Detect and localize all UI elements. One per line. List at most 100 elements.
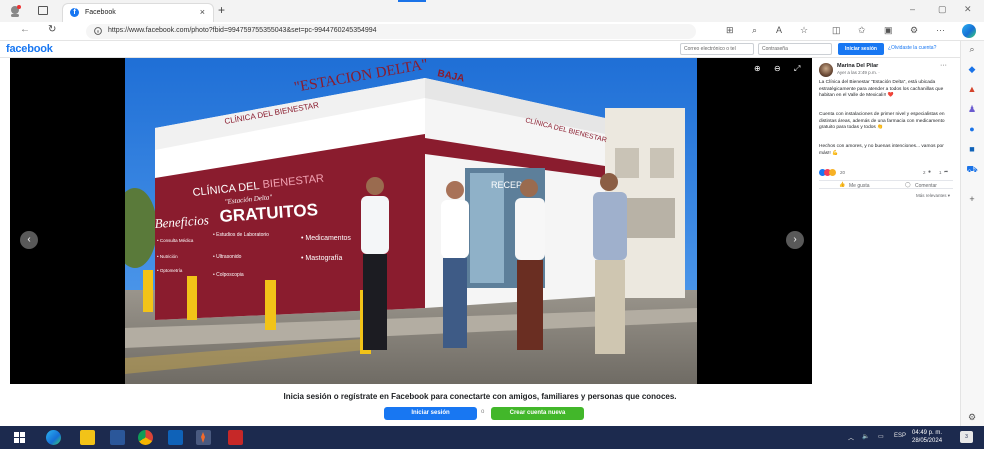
close-window-button[interactable]: ✕ — [964, 4, 972, 15]
next-photo-button[interactable]: › — [786, 231, 804, 249]
windows-taskbar: ︿ 🔈 ▭ ESP 04:49 p. m. 28/05/2024 3 — [0, 426, 984, 449]
like-icon: 👍 — [839, 182, 846, 188]
new-tab-button[interactable]: + — [218, 3, 225, 17]
search-icon[interactable]: ⌕ — [966, 43, 978, 55]
post-panel: Marina Del Pilar Ayer a las 2:49 p.m. · … — [812, 58, 960, 384]
sign-service-2: • Estudios de Laboratorio — [213, 232, 269, 238]
tab-close-button[interactable]: × — [200, 7, 205, 17]
outlook-icon[interactable]: ■ — [966, 143, 978, 155]
photo-image[interactable]: "ESTACION DELTA" CLÍNICA DEL BIENESTAR C… — [125, 58, 697, 384]
login-banner: Inicia sesión o regístrate en Facebook p… — [0, 384, 960, 426]
comment-icon: ◯ — [905, 182, 911, 188]
tab-actions-icon[interactable] — [38, 6, 48, 15]
outlook-taskbar-icon[interactable] — [168, 430, 183, 445]
banner-or-label: o — [481, 409, 485, 415]
sign-reception: RECEP — [491, 180, 522, 190]
copilot-icon[interactable] — [962, 24, 976, 38]
person-1 — [361, 177, 389, 350]
sign-service-8: • Colposcopia — [213, 272, 244, 278]
reaction-count[interactable]: 20 — [840, 170, 845, 175]
banner-login-button[interactable]: Iniciar sesión — [384, 407, 477, 420]
zoom-out-icon[interactable]: ⊖ — [774, 64, 781, 73]
window-accent-bar — [398, 0, 426, 2]
collections-icon[interactable]: ▣ — [884, 25, 893, 36]
facebook-favicon-icon: f — [70, 8, 79, 17]
fullscreen-icon[interactable]: ⤢ — [794, 64, 800, 74]
app-available-icon[interactable]: ⊞ — [726, 25, 734, 36]
person-2 — [441, 181, 469, 348]
edge-sidebar: ⌕ ◆ ▲ ♟ ● ■ ⛟ + ⚙ — [960, 41, 984, 426]
post-paragraph-3: Hechos con amores, y no buenas intencion… — [819, 144, 944, 156]
restore-button[interactable]: ▢ — [938, 4, 947, 15]
network-icon[interactable]: ▭ — [878, 433, 884, 440]
relevance-filter[interactable]: Más relevantes ▾ — [916, 193, 950, 199]
clock-date: 28/05/2024 — [912, 438, 943, 444]
shopping-icon[interactable]: ▲ — [966, 83, 978, 95]
tray-chevron-icon[interactable]: ︿ — [848, 433, 854, 442]
pdf-icon[interactable] — [228, 430, 243, 445]
extensions-icon[interactable]: ⚙ — [910, 25, 918, 36]
tab-facebook[interactable]: f Facebook × — [62, 3, 214, 22]
author-name[interactable]: Marina Del Pilar — [837, 63, 878, 69]
word-icon[interactable] — [110, 430, 125, 445]
file-explorer-icon[interactable] — [80, 430, 95, 445]
person-3 — [515, 179, 545, 350]
facebook-logo[interactable]: facebook — [6, 43, 53, 55]
volume-icon[interactable]: 🔈 — [862, 433, 869, 440]
games-icon[interactable]: ● — [966, 123, 978, 135]
profile-icon[interactable] — [8, 4, 22, 18]
share-count[interactable]: 1 — [939, 170, 942, 175]
comment-count[interactable]: 2 — [923, 170, 926, 175]
header-login-button[interactable]: Iniciar sesión — [838, 43, 884, 55]
read-aloud-icon[interactable]: A — [776, 25, 782, 35]
previous-photo-button[interactable]: ‹ — [20, 231, 38, 249]
add-sidebar-icon[interactable]: + — [966, 193, 978, 205]
url-text: https://www.facebook.com/photo?fbid=9947… — [108, 27, 377, 34]
tag-icon[interactable]: ◆ — [966, 63, 978, 75]
care-reaction-icon — [829, 169, 836, 176]
language-indicator[interactable]: ESP — [894, 433, 906, 439]
post-paragraph-2: Cuenta con instalaciones de primer nivel… — [819, 112, 945, 130]
settings-gear-icon[interactable]: ⚙ — [966, 411, 978, 423]
zoom-icon[interactable]: ⌕ — [752, 25, 757, 36]
browser-tab-strip: f Facebook × + – ▢ ✕ — [0, 0, 984, 22]
share-arrow-icon: ➦ — [944, 169, 949, 175]
sign-service-5: • Ultrasonido — [213, 254, 242, 260]
split-screen-icon[interactable]: ◫ — [832, 25, 841, 36]
password-field[interactable]: Contraseña — [758, 43, 832, 55]
post-time[interactable]: Ayer a las 2:49 p.m. · — [837, 70, 880, 75]
edge-taskbar-icon[interactable] — [46, 430, 61, 445]
start-windows-icon[interactable] — [12, 430, 27, 445]
like-button[interactable]: Me gusta — [849, 183, 870, 189]
create-account-button[interactable]: Crear cuenta nueva — [491, 407, 584, 420]
people-icon[interactable]: ♟ — [966, 103, 978, 115]
more-menu-icon[interactable]: ··· — [936, 25, 945, 35]
url-field[interactable]: https://www.facebook.com/photo?fbid=9947… — [86, 24, 696, 39]
forgot-account-link[interactable]: ¿Olvidaste la cuenta? — [888, 45, 936, 51]
sign-service-6: • Mastografía — [301, 255, 342, 262]
author-avatar[interactable] — [819, 63, 833, 77]
notification-icon[interactable]: 3 — [960, 431, 973, 443]
app-taskbar-icon[interactable] — [196, 430, 211, 445]
sign-service-3: • Medicamentos — [301, 235, 351, 242]
zoom-in-icon[interactable]: ⊕ — [754, 64, 761, 73]
person-4 — [593, 173, 627, 354]
notification-count: 3 — [965, 434, 968, 440]
favorite-star-icon[interactable]: ☆ — [800, 25, 808, 36]
lock-icon — [94, 27, 102, 35]
tab-title: Facebook — [85, 9, 116, 16]
shopping-cart-icon[interactable]: ⛟ — [966, 163, 978, 175]
comment-button[interactable]: Comentar — [915, 183, 937, 189]
back-arrow-icon[interactable]: ← — [20, 24, 30, 35]
sign-service-4: • Nutrición — [157, 254, 178, 259]
email-field[interactable]: Correo electrónico o tel — [680, 43, 754, 55]
chrome-icon[interactable] — [138, 430, 153, 445]
clock-time: 04:49 p. m. — [912, 430, 943, 436]
post-paragraph-1: La Clínica del Bienestar "Estación Delta… — [819, 80, 944, 98]
system-clock[interactable]: 04:49 p. m. 28/05/2024 — [912, 429, 942, 445]
sign-service-1: • Consulta Médica — [157, 238, 194, 243]
refresh-icon[interactable]: ↻ — [48, 24, 56, 35]
favorites-icon[interactable]: ✩ — [858, 25, 866, 36]
post-more-icon[interactable]: ··· — [940, 62, 947, 69]
minimize-button[interactable]: – — [910, 4, 915, 14]
